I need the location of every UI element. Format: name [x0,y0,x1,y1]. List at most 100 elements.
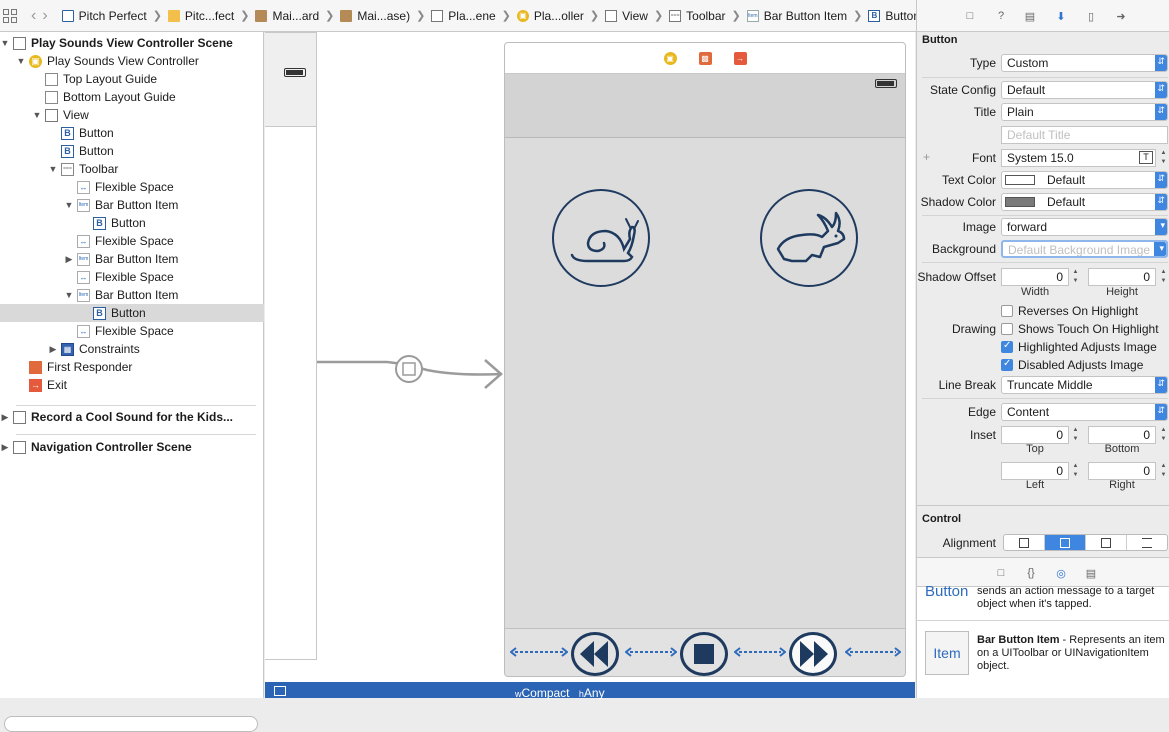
inset-left-field[interactable]: 0 [1001,462,1069,480]
breadcrumb-item[interactable]: Mai...ase) ❯ [340,9,425,23]
file-icon[interactable]: □ [963,9,977,23]
breadcrumb-item[interactable]: B Button [868,9,916,23]
rewind-button[interactable] [571,632,619,676]
outline-row[interactable]: First Responder [0,358,264,376]
flexible-space-icon[interactable] [734,647,786,657]
outline-row[interactable]: ↔ Flexible Space [0,322,264,340]
breadcrumb-item[interactable]: Pitc...fect ❯ [167,9,249,23]
outline-row[interactable]: ↔ Flexible Space [0,268,264,286]
size-icon[interactable]: ▯ [1084,9,1098,23]
outline-row[interactable]: ↔ Flexible Space [0,232,264,250]
code-snippet-icon[interactable]: {} [1024,566,1038,580]
filter-field[interactable] [4,716,258,732]
back-arrow-icon[interactable]: ‹ [31,7,36,25]
outline-row[interactable]: ▶ Record a Cool Sound for the Kids... [0,408,264,426]
outline-row[interactable]: B Button [0,304,264,322]
font-stepper[interactable]: ▲ ▼ [1159,149,1168,167]
outline-row[interactable]: → Exit [0,376,264,394]
disclosure-closed-icon[interactable]: ▶ [0,442,10,453]
media-library-icon[interactable]: ▤ [1084,566,1098,580]
storyboard-canvas[interactable]: ▣ ▩ → [265,32,915,682]
exit-icon[interactable]: → [733,51,747,65]
breadcrumb-item[interactable]: Item Bar Button Item ❯ [746,9,862,23]
outline-toggle-icon[interactable] [274,686,286,696]
outline-row[interactable]: ▼ View [0,106,264,124]
flexible-space-icon[interactable] [625,647,677,657]
disclosure-closed-icon[interactable]: ▶ [0,412,10,423]
breadcrumb-item[interactable]: ▣ Pla...oller ❯ [516,9,599,23]
help-icon[interactable]: ? [994,9,1008,23]
inset-bottom-field[interactable]: 0 [1088,426,1156,444]
identity-icon[interactable]: ▤ [1023,9,1037,23]
disclosure-open-icon[interactable]: ▼ [64,290,74,300]
breadcrumb-item[interactable]: Pitch Perfect ❯ [61,9,162,23]
disclosure-closed-icon[interactable]: ▶ [64,254,74,265]
inset-right-field[interactable]: 0 [1088,462,1156,480]
attributes-icon[interactable]: ⬇ [1054,9,1068,23]
shadow-width-stepper[interactable]: ▲ ▼ [1071,268,1080,286]
breadcrumb-item[interactable]: Mai...ard ❯ [255,9,334,23]
inset-top-field[interactable]: 0 [1001,426,1069,444]
fast-forward-button[interactable] [789,632,837,676]
align-fill-segment[interactable] [1127,535,1167,550]
bar-button-item-library-item[interactable]: Item [925,631,969,675]
outline-row[interactable]: ▼ Play Sounds View Controller Scene [0,34,264,52]
edge-popup[interactable]: Content ⇵ [1001,403,1168,421]
outline-row[interactable]: ▶ Item Bar Button Item [0,250,264,268]
disclosure-open-icon[interactable]: ▼ [16,56,26,66]
related-items-icon[interactable] [3,8,17,23]
breadcrumb-item[interactable]: === Toolbar ❯ [669,9,741,23]
outline-row[interactable]: ▼ === Toolbar [0,160,264,178]
inset-left-stepper[interactable]: ▲ ▼ [1071,462,1080,480]
previous-scene[interactable] [265,32,317,660]
outline-row[interactable]: B Button [0,142,264,160]
inset-right-stepper[interactable]: ▲ ▼ [1159,462,1168,480]
inset-bottom-stepper[interactable]: ▲ ▼ [1159,426,1168,444]
background-combo[interactable]: Default Background Image ▾ [1001,240,1168,258]
outline-row[interactable]: ▼ Item Bar Button Item [0,286,264,304]
view-controller-icon[interactable]: ▣ [663,51,677,65]
highlighted-adjusts-checkbox[interactable] [1001,340,1013,353]
type-popup[interactable]: Custom ⇵ [1001,54,1168,72]
breadcrumb-item[interactable]: View ❯ [605,9,663,23]
align-center-segment[interactable] [1045,535,1086,550]
outline-row[interactable]: B Button [0,124,264,142]
state-config-popup[interactable]: Default ⇵ [1001,81,1168,99]
disclosure-closed-icon[interactable]: ▶ [48,344,58,355]
outline-row[interactable]: Bottom Layout Guide [0,88,264,106]
disabled-adjusts-checkbox[interactable] [1001,358,1013,371]
outline-row[interactable]: ▶ ▦ Constraints [0,340,264,358]
inset-top-stepper[interactable]: ▲ ▼ [1071,426,1080,444]
font-field[interactable]: System 15.0 T [1001,149,1156,167]
object-library-icon[interactable]: ◎ [1054,566,1068,580]
disclosure-open-icon[interactable]: ▼ [0,38,10,48]
flexible-space-icon[interactable] [510,647,568,657]
play-sounds-scene[interactable]: ▣ ▩ → [504,42,906,677]
alignment-segmented-control[interactable] [1003,534,1168,551]
forward-arrow-icon[interactable]: › [42,7,47,25]
add-variation-button[interactable]: + [923,150,930,164]
title-field[interactable]: Default Title [1001,126,1168,144]
line-break-popup[interactable]: Truncate Middle ⇵ [1001,376,1168,394]
align-right-segment[interactable] [1086,535,1127,550]
first-responder-icon[interactable]: ▩ [698,51,712,65]
disclosure-open-icon[interactable]: ▼ [64,200,74,210]
outline-row[interactable]: ▼ ▣ Play Sounds View Controller [0,52,264,70]
outline-row[interactable]: B Button [0,214,264,232]
shadow-height-stepper[interactable]: ▲ ▼ [1159,268,1168,286]
snail-button[interactable] [552,189,650,287]
breadcrumb-item[interactable]: Pla...ene ❯ [431,9,511,23]
title-popup[interactable]: Plain ⇵ [1001,103,1168,121]
connections-icon[interactable]: ➜ [1114,9,1128,23]
image-combo[interactable]: forward ▾ [1001,218,1168,236]
file-template-icon[interactable]: □ [994,566,1008,580]
shadow-height-field[interactable]: 0 [1088,268,1156,286]
rabbit-button[interactable] [760,189,858,287]
outline-row[interactable]: ▼ Item Bar Button Item [0,196,264,214]
disclosure-open-icon[interactable]: ▼ [48,164,58,174]
toolbar[interactable] [505,628,905,676]
shows-touch-checkbox[interactable] [1001,323,1013,335]
font-picker-icon[interactable]: T [1139,151,1153,164]
stop-button[interactable] [680,632,728,676]
align-left-segment[interactable] [1004,535,1045,550]
